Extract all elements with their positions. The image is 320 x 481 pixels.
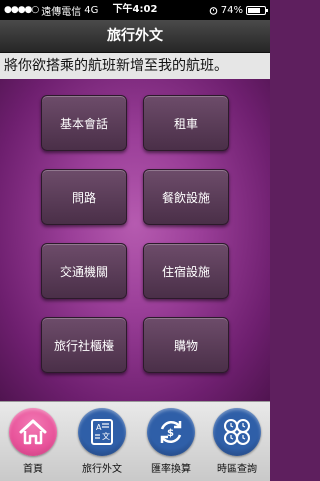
svg-text:$: $ [167, 428, 174, 439]
tab-label: 旅行外文 [82, 464, 122, 475]
marquee-text: 將你欲搭乘的航班新增至我的航班。 [4, 58, 228, 74]
category-button-dining[interactable]: 餐飲設施 [143, 169, 229, 225]
category-label: 問路 [71, 190, 96, 205]
timezone-icon [224, 419, 250, 445]
page-title: 旅行外文 [107, 28, 163, 44]
category-label: 交通機關 [59, 264, 108, 279]
category-label: 旅行社櫃檯 [53, 338, 114, 353]
status-right: 74% [209, 0, 268, 20]
currency-exchange-icon: $ [160, 420, 182, 444]
tab-phrasebook[interactable]: A 文 旅行外文 [71, 408, 133, 478]
svg-text:A: A [96, 423, 102, 432]
category-label: 餐飲設施 [161, 190, 210, 205]
category-button-car-rental[interactable]: 租車 [143, 95, 229, 151]
alarm-icon [209, 6, 218, 15]
phrasebook-icon: A 文 [91, 419, 113, 445]
tab-home-circle [9, 408, 57, 456]
category-label: 住宿設施 [161, 264, 210, 279]
status-bar: ●●●●○ 遠傳電信 4G 下午4:02 74% [0, 0, 270, 20]
battery-fill [248, 7, 260, 13]
svg-text:文: 文 [102, 431, 110, 441]
category-button-basic-conversation[interactable]: 基本會話 [41, 95, 127, 151]
battery-percent: 74% [220, 4, 243, 16]
tab-bar: 首頁 A 文 旅行外文 $ 匯率換算 時區查詢 [0, 401, 270, 481]
category-button-travel-agency[interactable]: 旅行社櫃檯 [41, 317, 127, 373]
category-label: 購物 [173, 338, 198, 353]
category-button-directions[interactable]: 問路 [41, 169, 127, 225]
category-button-shopping[interactable]: 購物 [143, 317, 229, 373]
category-button-accommodation[interactable]: 住宿設施 [143, 243, 229, 299]
tab-label: 首頁 [23, 464, 43, 475]
tab-home[interactable]: 首頁 [2, 408, 64, 478]
tab-currency-exchange[interactable]: $ 匯率換算 [140, 408, 202, 478]
tab-timezone[interactable]: 時區查詢 [206, 408, 268, 478]
tab-timezone-circle [213, 408, 261, 456]
home-icon [19, 419, 47, 445]
category-label: 基本會話 [59, 116, 108, 131]
category-label: 租車 [173, 116, 198, 131]
category-grid: 基本會話 租車 問路 餐飲設施 交通機關 住宿設施 旅行社櫃檯 購物 [0, 79, 270, 401]
tab-currency-circle: $ [147, 408, 195, 456]
battery-icon [246, 5, 268, 15]
nav-bar: 旅行外文 [0, 20, 270, 53]
marquee-banner: 將你欲搭乘的航班新增至我的航班。 [0, 53, 270, 79]
tab-phrasebook-circle: A 文 [78, 408, 126, 456]
tab-label: 匯率換算 [151, 464, 191, 475]
category-button-transportation[interactable]: 交通機關 [41, 243, 127, 299]
tab-label: 時區查詢 [217, 464, 257, 475]
